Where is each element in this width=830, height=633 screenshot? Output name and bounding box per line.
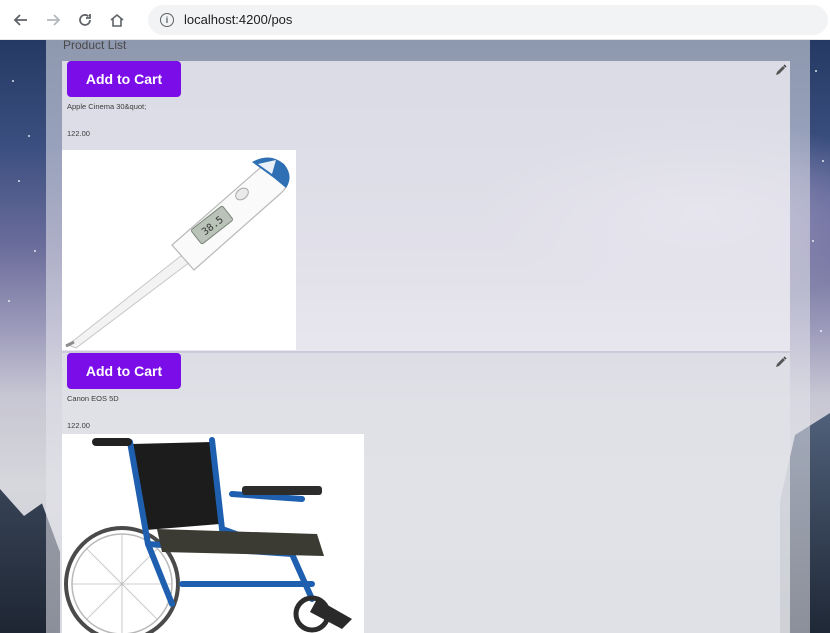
- page-background: Product List Add to Cart Apple Cinema 30…: [0, 40, 830, 633]
- product-name: Apple Cinema 30&quot;: [67, 102, 147, 111]
- product-card: Add to Cart Apple Cinema 30&quot; 122.00…: [62, 61, 790, 351]
- thermometer-icon: 38.5: [65, 157, 290, 349]
- url-text: localhost:4200/pos: [184, 12, 293, 27]
- back-arrow-icon: [13, 13, 27, 26]
- add-to-cart-button[interactable]: Add to Cart: [67, 61, 181, 97]
- forward-button[interactable]: [40, 7, 66, 33]
- star: [34, 250, 36, 252]
- page-title: Product List: [63, 40, 127, 52]
- product-image: 38.5: [62, 150, 296, 350]
- back-button[interactable]: [8, 7, 34, 33]
- edit-pencil-icon[interactable]: [774, 355, 788, 369]
- star: [18, 180, 20, 182]
- add-to-cart-button[interactable]: Add to Cart: [67, 353, 181, 389]
- home-button[interactable]: [104, 7, 130, 33]
- reload-button[interactable]: [72, 7, 98, 33]
- star: [822, 160, 824, 162]
- info-icon[interactable]: i: [160, 12, 174, 27]
- browser-toolbar: i localhost:4200/pos: [0, 0, 830, 40]
- star: [815, 70, 817, 72]
- star: [8, 300, 10, 302]
- product-price: 122.00: [67, 129, 90, 138]
- address-bar[interactable]: i localhost:4200/pos: [148, 4, 828, 35]
- wheelchair-icon: [64, 437, 352, 633]
- product-image: [62, 434, 364, 633]
- product-name: Canon EOS 5D: [67, 394, 119, 403]
- product-price: 122.00: [67, 421, 90, 430]
- star: [820, 330, 822, 332]
- star: [28, 135, 30, 137]
- forward-arrow-icon: [47, 13, 61, 26]
- product-card: Add to Cart Canon EOS 5D 122.00: [62, 353, 790, 633]
- reload-icon: [79, 13, 91, 26]
- edit-pencil-icon[interactable]: [774, 63, 788, 77]
- star: [12, 80, 14, 82]
- home-icon: [110, 13, 124, 27]
- star: [812, 240, 814, 242]
